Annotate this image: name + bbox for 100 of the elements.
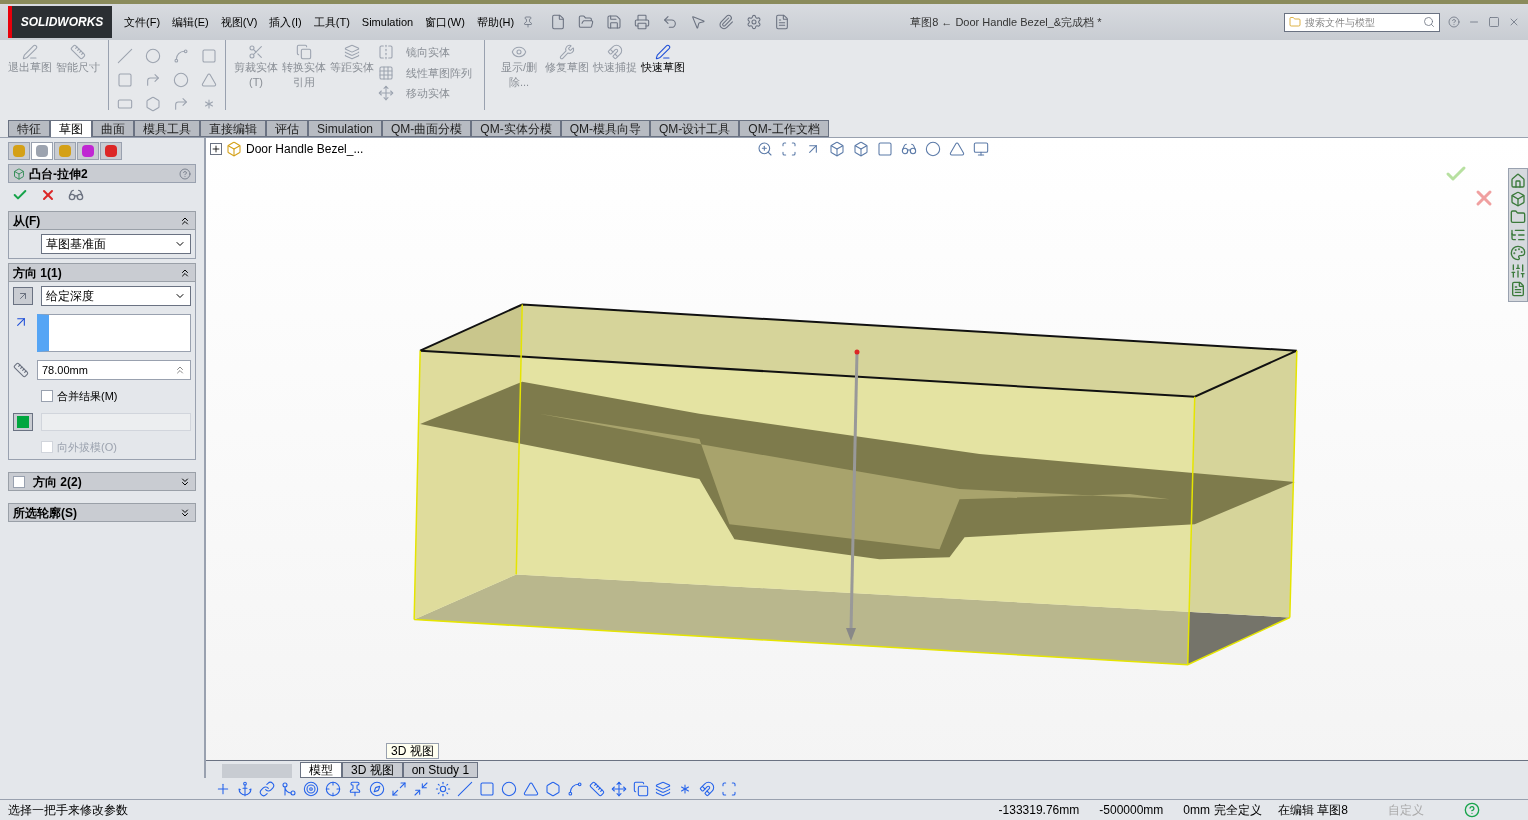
merge-checkbox[interactable]: 合并结果(M) (13, 388, 191, 405)
panel-tab[interactable] (54, 142, 76, 160)
curve-icon[interactable] (173, 48, 189, 64)
menu-item[interactable]: 插入(I) (269, 13, 302, 31)
search-icon[interactable] (1423, 16, 1435, 28)
command-tab[interactable]: QM-曲面分模 (382, 120, 472, 137)
command-tab[interactable]: QM-模具向导 (560, 120, 650, 137)
print-icon[interactable] (634, 14, 651, 30)
settings-icon[interactable] (746, 14, 763, 30)
view-tab[interactable]: on Study 1 (402, 762, 479, 778)
polygon-icon[interactable] (145, 96, 161, 112)
task-pane-icon[interactable] (1510, 281, 1526, 297)
maximize-icon[interactable] (1488, 16, 1500, 28)
selection-box[interactable] (37, 314, 191, 352)
tree-root-item[interactable]: Door Handle Bezel_... (246, 140, 364, 158)
preview-icon[interactable] (68, 187, 84, 203)
panel-tab[interactable] (31, 142, 53, 160)
glasses-icon[interactable] (901, 141, 918, 157)
command-tab[interactable]: QM-实体分模 (471, 120, 561, 137)
task-pane-icon[interactable] (1510, 227, 1526, 243)
shrink-icon[interactable] (413, 780, 429, 797)
expand-icon[interactable] (179, 506, 191, 519)
command-tab[interactable]: 模具工具 (134, 120, 200, 137)
close-icon[interactable] (1508, 16, 1520, 28)
monitor-icon[interactable] (973, 141, 990, 157)
menu-item[interactable]: 视图(V) (220, 13, 258, 31)
panel-tab[interactable] (8, 142, 30, 160)
save-icon[interactable] (606, 14, 623, 30)
reverse-direction-button[interactable] (13, 287, 33, 305)
folder-icon[interactable] (1289, 16, 1301, 28)
task-pane-icon[interactable] (1510, 173, 1526, 189)
cube-icon[interactable] (853, 141, 870, 157)
menu-item[interactable]: 工具(T) (313, 13, 350, 31)
magnet-icon[interactable] (699, 780, 715, 797)
section-header[interactable]: 所选轮廓(S) (8, 503, 196, 522)
line-icon[interactable] (457, 780, 473, 797)
command-tab[interactable]: 草图 (50, 120, 92, 137)
document-icon[interactable] (774, 14, 791, 30)
triangle-icon[interactable] (523, 780, 539, 797)
dropdown[interactable]: 草图基准面 (41, 234, 191, 254)
panel-tab[interactable] (77, 142, 99, 160)
target-icon[interactable] (303, 780, 319, 797)
menu-item[interactable]: 编辑(E) (172, 13, 209, 31)
face-select-icon[interactable] (13, 412, 33, 431)
pointer-icon[interactable] (690, 14, 707, 30)
command-tab[interactable]: 评估 (266, 120, 308, 137)
command-tab[interactable]: Simulation (308, 120, 383, 137)
help-icon[interactable] (1464, 802, 1480, 818)
task-pane-icon[interactable] (1510, 209, 1526, 225)
menu-item[interactable]: 帮助(H) (476, 13, 515, 31)
scan-icon[interactable] (721, 780, 737, 797)
link-icon[interactable] (259, 780, 275, 797)
panel-tab[interactable] (100, 142, 122, 160)
triangle-icon[interactable] (201, 72, 217, 88)
command-tab[interactable]: 曲面 (92, 120, 134, 137)
expand-icon[interactable] (179, 475, 191, 488)
search-field[interactable]: 搜索文件与模型 (1284, 12, 1440, 32)
pencil-icon[interactable] (655, 44, 671, 60)
view-tab[interactable]: 3D 视图 (342, 762, 403, 778)
command-tab[interactable]: 直接编辑 (200, 120, 266, 137)
copy-icon[interactable] (633, 780, 649, 797)
pin-icon[interactable] (522, 16, 535, 28)
spinner-icon[interactable] (174, 364, 186, 376)
move-icon[interactable] (611, 780, 627, 797)
crosshair-icon[interactable] (325, 780, 341, 797)
section-header[interactable]: 方向 2(2) (8, 472, 196, 491)
curve-icon[interactable] (567, 780, 583, 797)
square-icon[interactable] (479, 780, 495, 797)
ruler-icon[interactable] (589, 780, 605, 797)
help-icon[interactable] (1448, 16, 1460, 28)
command-tab[interactable]: 特征 (8, 120, 50, 137)
section-header[interactable]: 方向 1(1) (8, 263, 196, 282)
help-icon[interactable] (179, 167, 191, 180)
circle-icon[interactable] (925, 141, 942, 157)
circle-icon[interactable] (501, 780, 517, 797)
menu-item[interactable]: 文件(F) (124, 13, 161, 31)
paperclip-icon[interactable] (718, 14, 735, 30)
file-icon[interactable] (550, 14, 567, 30)
menu-item[interactable]: 窗口(W) (425, 13, 465, 31)
merge-icon[interactable] (281, 780, 297, 797)
depth-field[interactable]: 78.00mm (37, 360, 191, 380)
triangle-icon[interactable] (949, 141, 966, 157)
sun-icon[interactable] (435, 780, 451, 797)
undo-icon[interactable] (662, 14, 679, 30)
hexagon-icon[interactable] (545, 780, 561, 797)
checkbox[interactable] (41, 390, 53, 403)
task-pane-icon[interactable] (1510, 263, 1526, 279)
expand-tree-icon[interactable] (210, 143, 222, 155)
slot-icon[interactable] (117, 96, 133, 112)
task-pane-icon[interactable] (1510, 191, 1526, 207)
section-header[interactable]: 从(F) (8, 211, 196, 230)
zoom-icon[interactable] (757, 141, 774, 157)
checkbox[interactable] (13, 475, 25, 488)
depth-input[interactable]: 78.00mm (42, 361, 174, 379)
compass-icon[interactable] (369, 780, 385, 797)
anchor-icon[interactable] (237, 780, 253, 797)
cube-icon[interactable] (829, 141, 846, 157)
menu-item[interactable]: Simulation (361, 13, 414, 31)
dropdown[interactable]: 给定深度 (41, 286, 191, 306)
ribbon-button[interactable]: 快速草图 (641, 40, 685, 75)
